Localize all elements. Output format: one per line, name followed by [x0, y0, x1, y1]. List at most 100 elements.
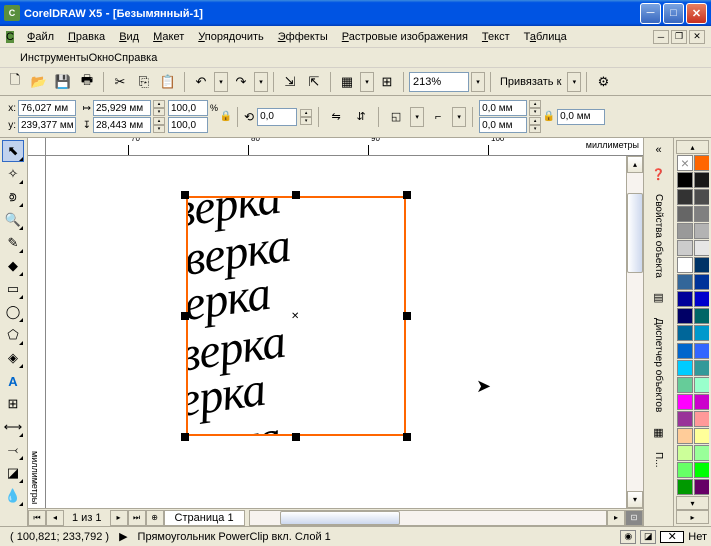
- width-spinner[interactable]: ▴▾: [153, 100, 165, 116]
- close-button[interactable]: ✕: [686, 3, 707, 24]
- menu-text[interactable]: Текст: [475, 29, 517, 45]
- swatch-9[interactable]: [694, 223, 709, 239]
- pick-tool[interactable]: ⬉: [2, 140, 24, 162]
- new-button[interactable]: 🗋: [4, 71, 26, 93]
- corner-tr-input[interactable]: [557, 109, 605, 125]
- menu-effects[interactable]: Эффекты: [271, 29, 335, 45]
- scroll-thumb-v[interactable]: [627, 193, 643, 273]
- rotation-spinner[interactable]: ▴▾: [300, 109, 312, 125]
- swatch-5[interactable]: [694, 189, 709, 205]
- page-tab-1[interactable]: Страница 1: [164, 510, 245, 526]
- copy-button[interactable]: ⎘: [133, 71, 155, 93]
- swatch-1[interactable]: [694, 155, 709, 171]
- scrollbar-vertical[interactable]: ▴ ▾: [626, 156, 643, 508]
- pos-x-input[interactable]: [18, 100, 76, 116]
- handle-br[interactable]: [403, 433, 411, 441]
- polygon-tool[interactable]: ⬠: [2, 324, 24, 346]
- freehand-tool[interactable]: ✎: [2, 232, 24, 254]
- corner-shape-drop[interactable]: ▾: [452, 107, 466, 127]
- scale-y-input[interactable]: [168, 117, 208, 133]
- text-tool[interactable]: A: [2, 370, 24, 392]
- swatch-2[interactable]: [677, 172, 693, 188]
- swatch-33[interactable]: [694, 428, 709, 444]
- menu-window[interactable]: Окно: [89, 52, 115, 64]
- menu-layout[interactable]: Макет: [146, 29, 191, 45]
- swatch-11[interactable]: [694, 240, 709, 256]
- interactive-tool[interactable]: ◪: [2, 462, 24, 484]
- palette-up[interactable]: ▴: [676, 140, 709, 154]
- menu-edit[interactable]: Правка: [61, 29, 112, 45]
- swatch-13[interactable]: [694, 257, 709, 273]
- app-launcher[interactable]: ▦: [336, 71, 358, 93]
- swatch-39[interactable]: [694, 479, 709, 495]
- handle-tl[interactable]: [181, 191, 189, 199]
- object-manager-icon[interactable]: ▤: [651, 290, 667, 306]
- open-button[interactable]: 📂: [28, 71, 50, 93]
- welcome-button[interactable]: ⊞: [376, 71, 398, 93]
- docker-expand-icon[interactable]: «: [651, 142, 667, 158]
- smart-fill-tool[interactable]: ◆: [2, 255, 24, 277]
- cut-button[interactable]: ✂: [109, 71, 131, 93]
- basic-shapes-tool[interactable]: ◈: [2, 347, 24, 369]
- swatch-23[interactable]: [694, 343, 709, 359]
- swatch-25[interactable]: [694, 360, 709, 376]
- swatch-32[interactable]: [677, 428, 693, 444]
- corner-tl-input[interactable]: [479, 100, 527, 116]
- mirror-h-button[interactable]: ⇋: [325, 106, 347, 128]
- swatch-19[interactable]: [694, 308, 709, 324]
- swatch-36[interactable]: [677, 462, 693, 478]
- mdi-restore[interactable]: ❐: [671, 30, 687, 44]
- menu-file[interactable]: Файл: [20, 29, 61, 45]
- swatch-18[interactable]: [677, 308, 693, 324]
- table-tool[interactable]: ⊞: [2, 393, 24, 415]
- swatch-22[interactable]: [677, 343, 693, 359]
- swatch-3[interactable]: [694, 172, 709, 188]
- pos-y-input[interactable]: [18, 117, 76, 133]
- scrollbar-horizontal[interactable]: [249, 510, 607, 526]
- swatch-8[interactable]: [677, 223, 693, 239]
- handle-tr[interactable]: [403, 191, 411, 199]
- import-button[interactable]: ⇲: [279, 71, 301, 93]
- paste-button[interactable]: 📋: [157, 71, 179, 93]
- swatch-28[interactable]: [677, 394, 693, 410]
- options-button[interactable]: ⚙: [592, 71, 614, 93]
- swatch-17[interactable]: [694, 291, 709, 307]
- scroll-right[interactable]: ▸: [607, 510, 625, 526]
- palette-flyout[interactable]: ▸: [676, 510, 709, 524]
- menu-help[interactable]: Справка: [114, 52, 157, 64]
- print-button[interactable]: 🖶: [76, 71, 98, 93]
- swatch-16[interactable]: [677, 291, 693, 307]
- page-first[interactable]: ⏮: [28, 510, 46, 526]
- swatch-7[interactable]: [694, 206, 709, 222]
- eyedropper-tool[interactable]: 💧: [2, 485, 24, 507]
- docker-object-manager[interactable]: Диспетчер объектов: [651, 314, 666, 416]
- lock-ratio-icon[interactable]: 🔒: [221, 110, 231, 124]
- swatch-29[interactable]: [694, 394, 709, 410]
- swatch-14[interactable]: [677, 274, 693, 290]
- swatch-21[interactable]: [694, 325, 709, 341]
- page-next[interactable]: ▸: [110, 510, 128, 526]
- menu-arrange[interactable]: Упорядочить: [191, 29, 270, 45]
- handle-bl[interactable]: [181, 433, 189, 441]
- height-spinner[interactable]: ▴▾: [153, 117, 165, 133]
- swatch-34[interactable]: [677, 445, 693, 461]
- ellipse-tool[interactable]: ◯: [2, 301, 24, 323]
- rotation-input[interactable]: [257, 108, 297, 126]
- mdi-minimize[interactable]: ─: [653, 30, 669, 44]
- ruler-vertical[interactable]: миллиметры: [28, 156, 46, 508]
- width-input[interactable]: [93, 100, 151, 116]
- swatch-0[interactable]: [677, 155, 693, 171]
- dimension-tool[interactable]: ⟷: [2, 416, 24, 438]
- app-launcher-drop[interactable]: ▾: [360, 72, 374, 92]
- maximize-button[interactable]: □: [663, 3, 684, 24]
- export-button[interactable]: ⇱: [303, 71, 325, 93]
- menu-tools[interactable]: Инструменты: [20, 52, 89, 64]
- minimize-button[interactable]: ─: [640, 3, 661, 24]
- handle-tm[interactable]: [292, 191, 300, 199]
- center-marker[interactable]: ✕: [291, 311, 301, 321]
- handle-bm[interactable]: [292, 433, 300, 441]
- swatch-6[interactable]: [677, 206, 693, 222]
- mirror-v-button[interactable]: ⇵: [350, 106, 372, 128]
- zoom-input[interactable]: [409, 72, 469, 92]
- page-prev[interactable]: ◂: [46, 510, 64, 526]
